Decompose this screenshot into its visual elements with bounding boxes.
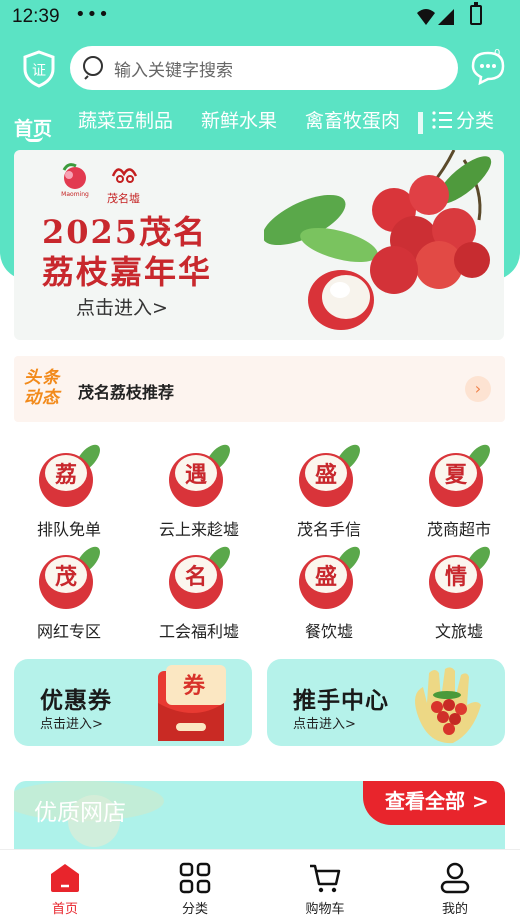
svg-text:夏: 夏 (445, 462, 468, 488)
grid-icon (179, 862, 211, 894)
lychee-festival-banner[interactable]: Maoming 茂名墟 2025茂名 荔枝嘉年华 点击进入> (14, 150, 504, 340)
shop-title: 优质网店 (34, 800, 126, 826)
lychee-image (264, 150, 492, 330)
list-icon (432, 110, 452, 129)
hand-bayberry-icon (415, 667, 481, 744)
lychee-badge-icon: 茂 (39, 546, 100, 609)
coupon-card[interactable]: 优惠券 点击进入> 券 (14, 659, 252, 746)
search-icon (83, 56, 103, 80)
svg-text:名: 名 (185, 564, 207, 590)
headline-logo: 头条 动态 (24, 368, 60, 408)
svg-text:券: 券 (182, 673, 206, 699)
feature-grid-label: 工会福利墟 (158, 622, 239, 641)
signal-icon (417, 9, 454, 25)
battery-icon (470, 2, 482, 25)
feature-grid-label: 排队免单 (36, 520, 101, 539)
tab-meat-eggs[interactable]: 禽畜牧蛋肉 (305, 106, 400, 133)
nav-home[interactable]: 首页 (0, 850, 130, 924)
bottom-navigation: 首页 分类 购物车 我的 (0, 849, 520, 924)
nav-category[interactable]: 分类 (130, 850, 260, 924)
feature-grid-item[interactable]: 盛茂名手信 (264, 442, 394, 542)
nav-cart-label: 购物车 (305, 902, 345, 917)
feature-grid-label: 餐饮墟 (304, 622, 353, 641)
feature-grid-item[interactable]: 盛餐饮墟 (264, 544, 394, 644)
news-text: 茂名荔枝推荐 (78, 383, 175, 402)
banner-title: 2025茂名 荔枝嘉年华 (42, 213, 213, 291)
nav-profile[interactable]: 我的 (390, 850, 520, 924)
coupon-envelope-icon: 券 (158, 665, 226, 741)
feature-grid-item[interactable]: 情文旅墟 (394, 544, 520, 644)
status-notification-dots: ••• (75, 4, 110, 25)
tab-divider (418, 112, 423, 134)
tab-category-label: 分类 (456, 110, 495, 132)
verified-shield-icon[interactable]: 证 (22, 50, 56, 88)
feature-grid-item[interactable]: 名工会福利墟 (134, 544, 264, 644)
search-input[interactable]: 输入关键字搜索 (114, 56, 233, 81)
user-icon (440, 862, 470, 894)
feature-grid-item[interactable]: 夏茂商超市 (394, 442, 520, 542)
lychee-badge-icon: 名 (169, 546, 230, 609)
coupon-enter-link: 点击进入> (40, 717, 103, 732)
home-icon (51, 864, 79, 892)
search-bar[interactable]: 输入关键字搜索 (70, 46, 458, 90)
status-bar: 12:39 ••• (0, 0, 520, 34)
lychee-badge-icon: 盛 (299, 546, 360, 609)
cart-icon (310, 864, 341, 893)
status-time: 12:39 (12, 6, 60, 27)
lychee-badge-icon: 情 (429, 546, 490, 609)
banner-enter-link[interactable]: 点击进入> (76, 293, 168, 320)
nav-profile-label: 我的 (441, 902, 468, 917)
feature-grid-label: 文旅墟 (434, 622, 483, 641)
svg-text:情: 情 (445, 564, 467, 590)
promoter-card[interactable]: 推手中心 点击进入> (267, 659, 505, 746)
feature-grid-item[interactable]: 茂网红专区 (4, 544, 134, 644)
lychee-badge-icon: 遇 (169, 444, 230, 507)
category-tabs: 首页 蔬菜豆制品 新鲜水果 禽畜牧蛋肉 分类 (0, 106, 520, 146)
feature-grid-label: 茂名手信 (296, 520, 361, 539)
feature-grid-item[interactable]: 荔排队免单 (4, 442, 134, 542)
nav-home-label: 首页 (51, 902, 78, 917)
svg-text:茂: 茂 (55, 564, 77, 590)
chevron-right-icon[interactable]: › (465, 376, 491, 402)
view-all-button[interactable]: 查看全部 > (363, 781, 505, 825)
lychee-badge-icon: 盛 (299, 444, 360, 507)
message-icon[interactable] (470, 49, 506, 85)
maoming-logo-icon: Maoming (61, 163, 89, 198)
nav-category-label: 分类 (181, 902, 208, 917)
svg-text:证: 证 (32, 63, 46, 79)
svg-text:遇: 遇 (185, 462, 207, 488)
tab-fruits[interactable]: 新鲜水果 (201, 106, 277, 133)
promoter-enter-link: 点击进入> (293, 717, 356, 732)
tab-vegetables[interactable]: 蔬菜豆制品 (78, 106, 173, 133)
banner-logo-text: 茂名墟 (107, 192, 140, 205)
lychee-badge-icon: 荔 (39, 444, 100, 507)
feature-grid-label: 茂商超市 (426, 520, 491, 539)
feature-grid-label: 网红专区 (36, 622, 101, 641)
coupon-title: 优惠券 (40, 687, 112, 714)
svg-text:盛: 盛 (315, 462, 337, 488)
feature-grid-item[interactable]: 遇云上来趁墟 (134, 442, 264, 542)
nav-cart[interactable]: 购物车 (260, 850, 390, 924)
maomingxu-logo-icon (111, 168, 138, 183)
tab-category-button[interactable]: 分类 (430, 106, 494, 133)
message-count-badge: 0 (494, 48, 501, 59)
svg-text:盛: 盛 (315, 564, 337, 590)
news-ticker[interactable]: 头条 动态 茂名荔枝推荐 › (14, 356, 505, 422)
lychee-badge-icon: 夏 (429, 444, 490, 507)
promoter-title: 推手中心 (293, 687, 389, 714)
svg-text:荔: 荔 (55, 462, 77, 488)
svg-text:Maoming: Maoming (61, 191, 89, 198)
feature-grid-label: 云上来趁墟 (158, 520, 239, 539)
tab-active-indicator (25, 136, 43, 142)
